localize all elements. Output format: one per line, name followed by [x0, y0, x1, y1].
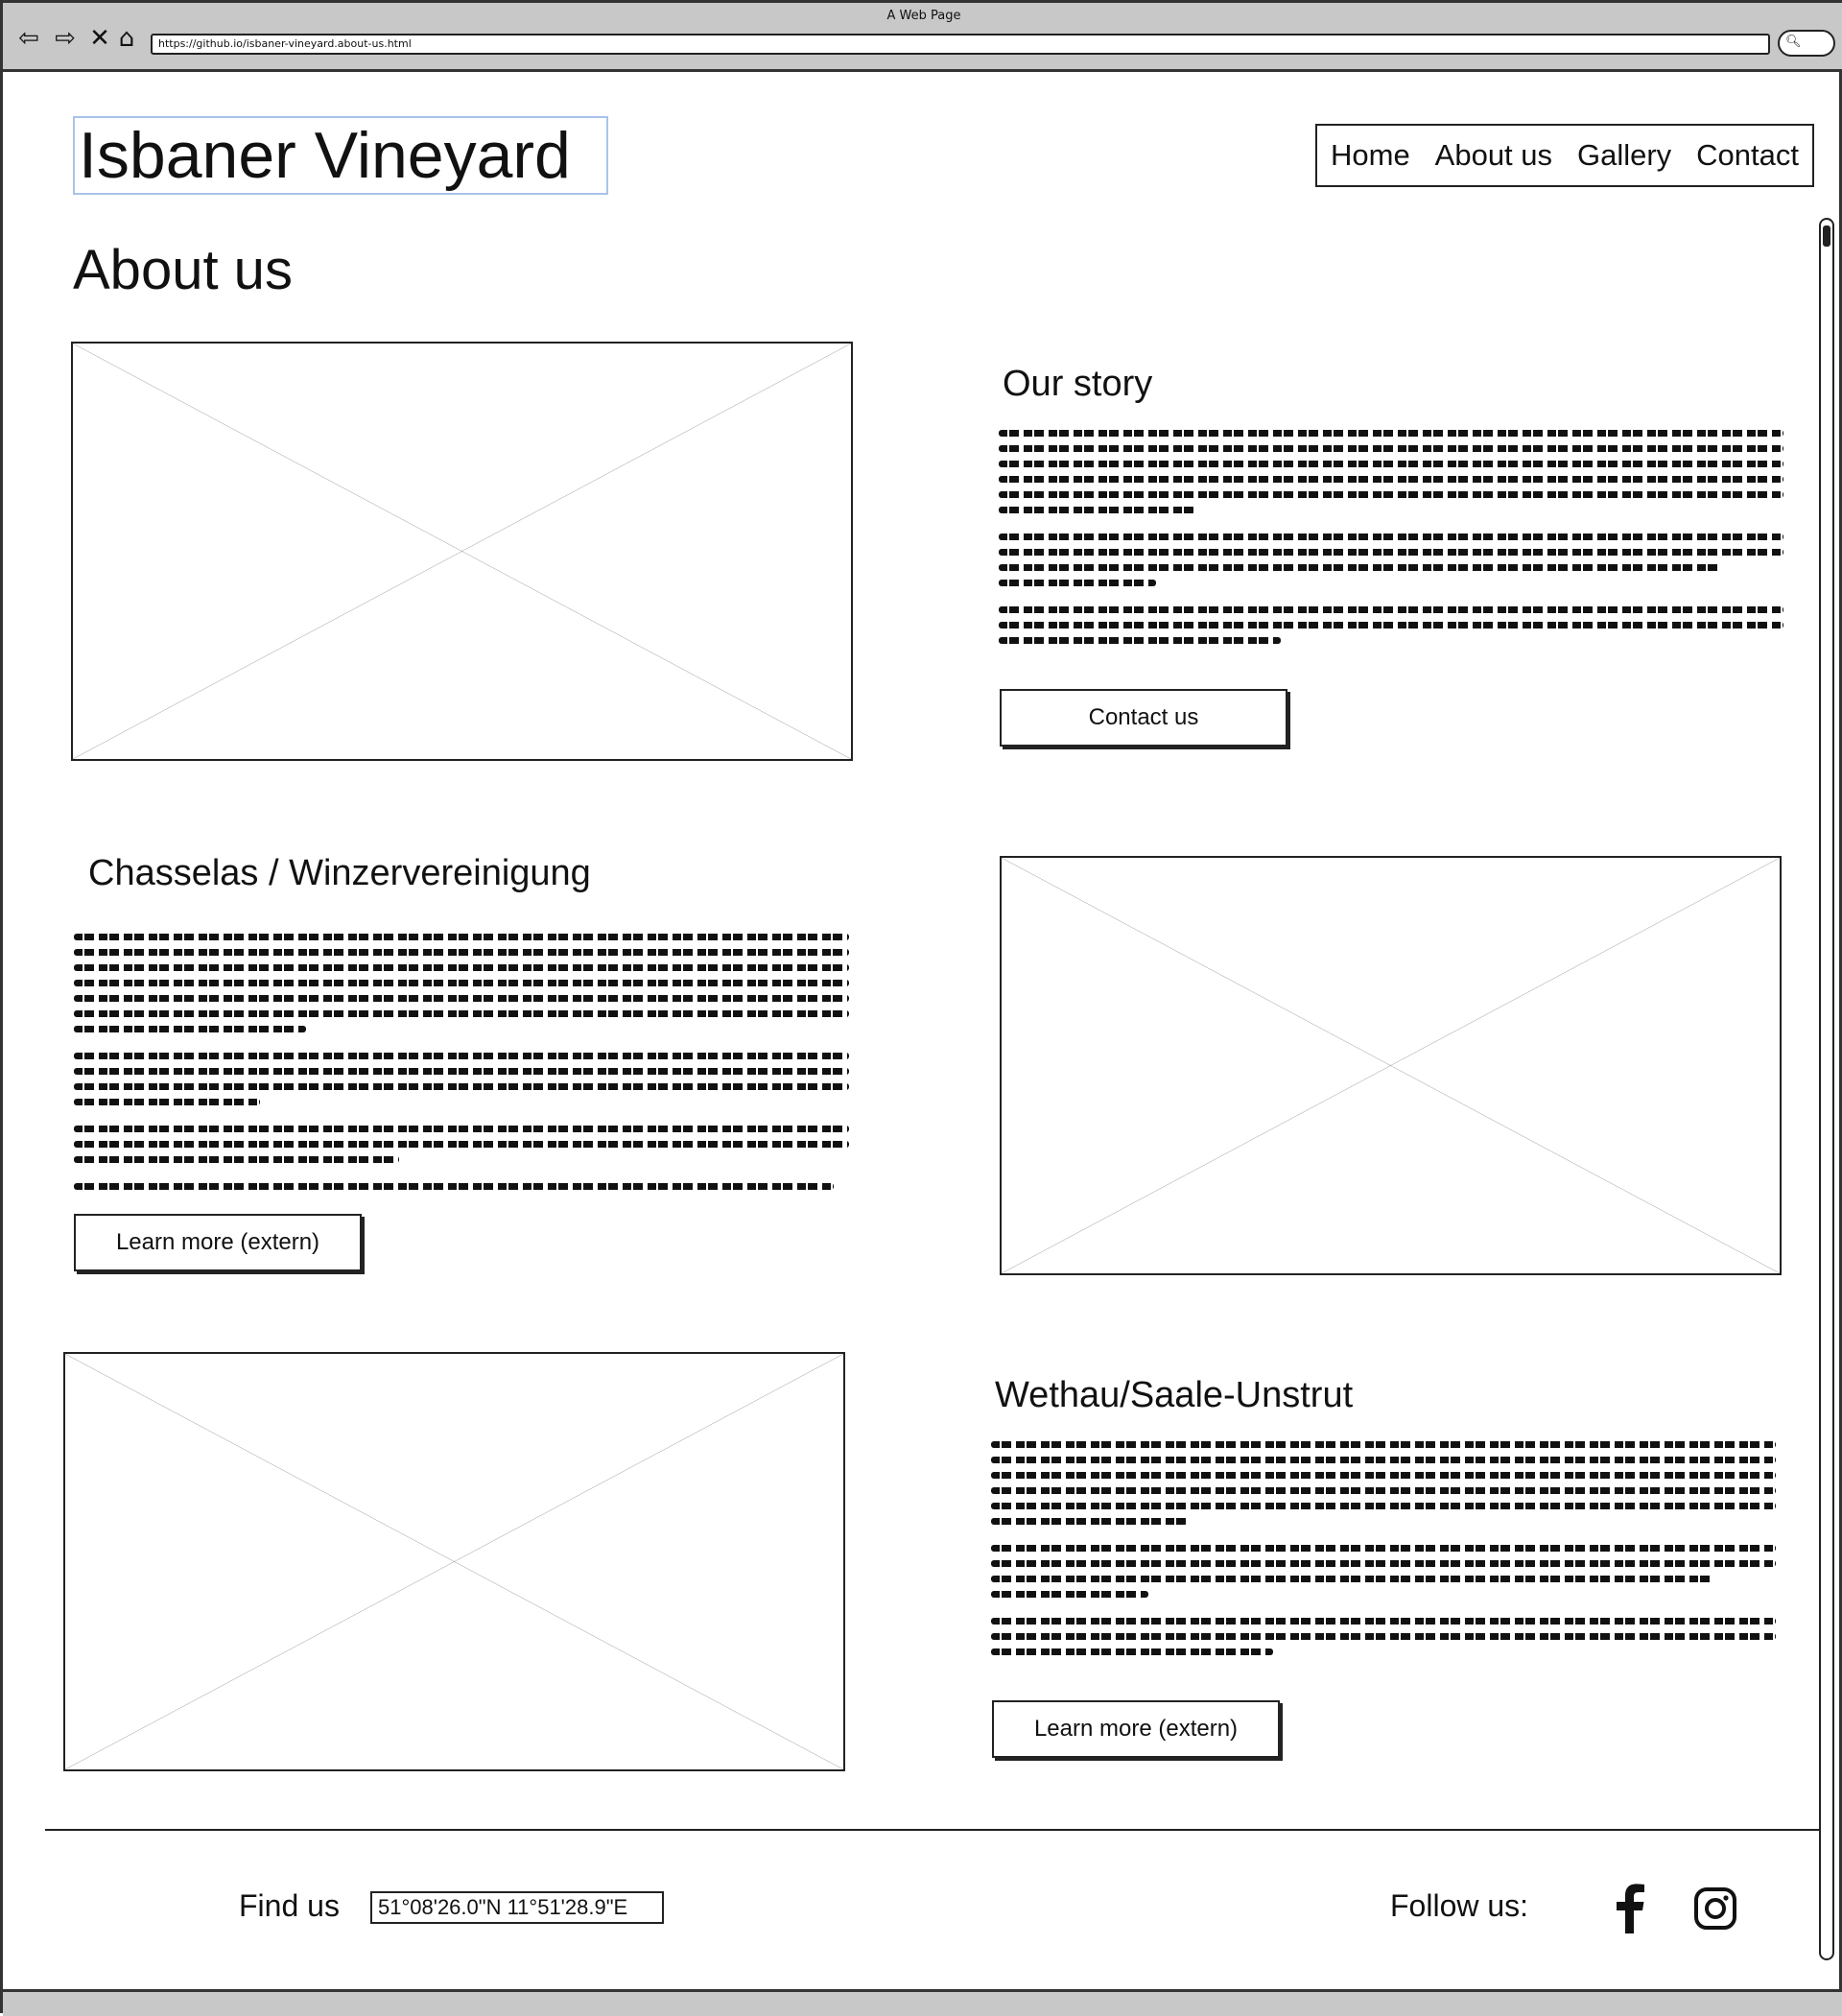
nav-home[interactable]: Home: [1331, 138, 1410, 173]
page-title: About us: [73, 239, 293, 301]
lorem-text: [999, 430, 1783, 652]
learn-more-wethau-button[interactable]: Learn more (extern): [992, 1700, 1280, 1758]
scrollbar-thumb[interactable]: [1823, 225, 1830, 247]
follow-us-label: Follow us:: [1390, 1888, 1529, 1923]
nav-gallery[interactable]: Gallery: [1577, 138, 1671, 173]
forward-icon[interactable]: ⇨: [51, 24, 80, 53]
facebook-icon[interactable]: [1605, 1884, 1653, 1933]
browser-toolbar: A Web Page ⇦ ⇨ ✕ ⌂ https://github.io/isb…: [3, 3, 1842, 72]
stop-icon[interactable]: ✕: [85, 24, 114, 53]
image-placeholder: [71, 342, 853, 761]
address-bar[interactable]: https://github.io/isbaner-vineyard.about…: [151, 34, 1770, 55]
section-title-our-story: Our story: [1003, 364, 1153, 404]
instagram-icon[interactable]: [1691, 1884, 1739, 1933]
window-title: A Web Page: [886, 9, 961, 23]
browser-window: A Web Page ⇦ ⇨ ✕ ⌂ https://github.io/isb…: [0, 0, 1842, 2016]
image-placeholder: [1000, 856, 1782, 1275]
back-icon[interactable]: ⇦: [14, 24, 43, 53]
home-icon[interactable]: ⌂: [112, 24, 141, 53]
contact-us-button[interactable]: Contact us: [1000, 689, 1287, 747]
section-title-chasselas: Chasselas / Winzervereinigung: [88, 853, 591, 893]
nav-about-us[interactable]: About us: [1435, 138, 1552, 173]
site-title[interactable]: Isbaner Vineyard: [73, 116, 608, 195]
status-bar: [3, 1989, 1842, 2016]
learn-more-chasselas-button[interactable]: Learn more (extern): [74, 1214, 362, 1271]
find-us-label: Find us: [239, 1888, 340, 1923]
section-title-wethau: Wethau/Saale-Unstrut: [995, 1375, 1354, 1415]
lorem-text: [991, 1441, 1776, 1664]
search-button[interactable]: 🔍︎: [1778, 30, 1835, 57]
main-navigation: Home About us Gallery Contact: [1315, 124, 1814, 187]
nav-contact[interactable]: Contact: [1696, 138, 1799, 173]
image-placeholder: [63, 1352, 845, 1771]
search-icon: 🔍︎: [1785, 35, 1802, 49]
footer-divider: [45, 1829, 1822, 1831]
coordinates-field[interactable]: 51°08'26.0"N 11°51'28.9"E: [370, 1891, 664, 1924]
vertical-scrollbar[interactable]: [1819, 218, 1834, 1960]
lorem-text: [74, 934, 849, 1198]
